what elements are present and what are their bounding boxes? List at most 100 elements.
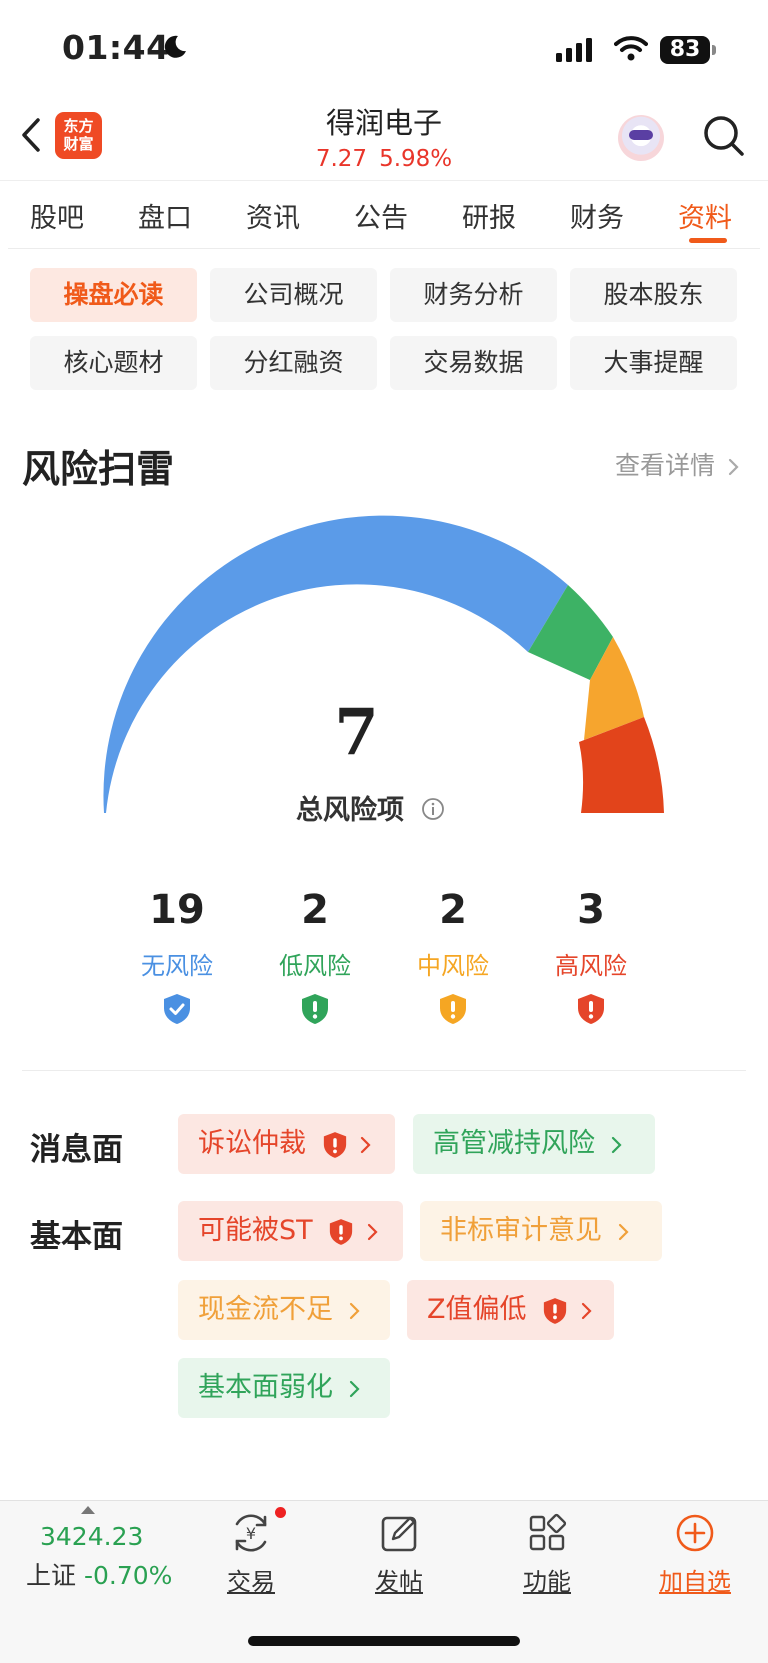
total-risk-count: 7 <box>334 695 379 770</box>
tab-guba[interactable]: 股吧 <box>30 196 84 235</box>
subnav-trade-data[interactable]: 交易数据 <box>390 336 557 390</box>
chevron-right-icon <box>581 1302 592 1319</box>
home-indicator[interactable] <box>248 1636 520 1646</box>
stat-no-risk[interactable]: 19 无风险 <box>117 888 237 1029</box>
chevron-right-icon <box>367 1223 378 1240</box>
risk-tag-label: 可能被ST <box>198 1215 313 1246</box>
nav-trade[interactable]: ¥ 交易 <box>196 1512 306 1597</box>
risk-tag-z-score[interactable]: Z值偏低 <box>407 1280 614 1340</box>
caret-up-icon <box>81 1506 95 1514</box>
index-ticker[interactable]: 上证 -0.70% <box>26 1556 172 1592</box>
nav-trade-label: 交易 <box>227 1568 275 1596</box>
risk-section-title: 风险扫雷 <box>22 447 175 491</box>
risk-tag-cashflow[interactable]: 现金流不足 <box>178 1280 390 1340</box>
subnav-events[interactable]: 大事提醒 <box>570 336 737 390</box>
grid-icon <box>529 1513 567 1551</box>
nav-add-watchlist-label: 加自选 <box>659 1568 731 1596</box>
risk-tag-label: 非标审计意见 <box>440 1215 602 1246</box>
search-icon[interactable] <box>702 114 746 158</box>
risk-gauge <box>103 515 664 813</box>
risk-tag-nonstandard-audit[interactable]: 非标审计意见 <box>420 1201 662 1261</box>
stat-high-risk-label: 高风险 <box>555 952 627 980</box>
subnav-dividend[interactable]: 分红融资 <box>210 336 377 390</box>
tab-zixun[interactable]: 资讯 <box>246 196 300 235</box>
view-details-label: 查看详情 <box>615 451 716 480</box>
info-icon[interactable] <box>421 797 445 821</box>
shield-alert-icon <box>531 993 651 1029</box>
tab-caiwu[interactable]: 财务 <box>570 196 624 235</box>
shield-check-icon <box>117 993 237 1029</box>
subnav-finance-analysis[interactable]: 财务分析 <box>390 268 557 322</box>
stat-high-risk-count: 3 <box>577 887 605 933</box>
nav-post[interactable]: 发帖 <box>344 1512 454 1597</box>
risk-tag-label: Z值偏低 <box>427 1294 527 1325</box>
subnav-company[interactable]: 公司概况 <box>210 268 377 322</box>
tab-active-indicator <box>689 238 727 243</box>
nav-functions[interactable]: 功能 <box>492 1512 602 1597</box>
index-change: -0.70% <box>83 1561 173 1590</box>
stat-low-risk-count: 2 <box>301 887 329 933</box>
shield-alert-icon <box>323 1131 346 1158</box>
chevron-right-icon <box>728 458 739 476</box>
tab-bar: 股吧 盘口 资讯 公告 研报 财务 资料 <box>0 184 768 248</box>
risk-tag-executive-reduction[interactable]: 高管减持风险 <box>413 1114 655 1174</box>
chevron-right-icon <box>618 1223 629 1240</box>
nav-add-watchlist[interactable]: 加自选 <box>640 1512 750 1597</box>
chevron-right-icon <box>349 1302 360 1319</box>
status-time: 01:44 <box>62 28 170 67</box>
stat-mid-risk[interactable]: 2 中风险 <box>393 888 513 1029</box>
subnav-core-topics[interactable]: 核心题材 <box>30 336 197 390</box>
total-risk-label: 总风险项 <box>296 795 404 826</box>
nav-functions-label: 功能 <box>523 1568 571 1596</box>
chevron-right-icon <box>611 1136 622 1153</box>
news-row-label: 消息面 <box>30 1132 123 1168</box>
notification-dot <box>275 1507 286 1518</box>
svg-text:¥: ¥ <box>246 1524 256 1543</box>
add-circle-icon <box>676 1514 714 1552</box>
section-divider <box>22 1070 746 1071</box>
chevron-right-icon <box>361 1136 371 1153</box>
tab-gonggao[interactable]: 公告 <box>354 196 408 235</box>
subnav-shareholders[interactable]: 股本股东 <box>570 268 737 322</box>
nav-post-label: 发帖 <box>375 1568 423 1596</box>
chevron-right-icon <box>349 1380 360 1397</box>
index-value[interactable]: 3424.23 <box>40 1522 143 1551</box>
tab-pankou[interactable]: 盘口 <box>138 196 192 235</box>
header-divider <box>0 180 768 181</box>
risk-tag-litigation[interactable]: 诉讼仲裁 <box>178 1114 395 1174</box>
stat-low-risk[interactable]: 2 低风险 <box>255 888 375 1029</box>
stat-mid-risk-count: 2 <box>439 887 467 933</box>
stat-no-risk-count: 19 <box>149 887 205 933</box>
fundamental-row-label: 基本面 <box>30 1219 123 1255</box>
tabs-divider <box>8 248 760 249</box>
tab-yanbao[interactable]: 研报 <box>462 196 516 235</box>
tab-ziliao[interactable]: 资料 <box>678 196 732 235</box>
view-details-link[interactable]: 查看详情 <box>615 446 741 482</box>
risk-tag-label: 高管减持风险 <box>433 1128 595 1159</box>
stat-low-risk-label: 低风险 <box>279 952 351 980</box>
shield-alert-icon <box>543 1297 567 1324</box>
assistant-avatar-eyes <box>629 130 653 140</box>
shield-alert-icon <box>330 1218 353 1245</box>
stock-change: 5.98% <box>379 146 453 172</box>
stat-high-risk[interactable]: 3 高风险 <box>531 888 651 1029</box>
moon-icon <box>164 35 186 58</box>
signal-icon <box>556 38 592 62</box>
battery-tip <box>712 45 716 55</box>
wifi-icon <box>614 36 648 61</box>
risk-tag-label: 现金流不足 <box>198 1294 333 1325</box>
edit-icon <box>381 1516 417 1552</box>
risk-tag-label: 基本面弱化 <box>198 1372 333 1403</box>
battery-indicator: 83 <box>660 36 710 64</box>
stat-mid-risk-label: 中风险 <box>417 952 489 980</box>
shield-alert-icon <box>393 993 513 1029</box>
risk-tag-label: 诉讼仲裁 <box>198 1128 306 1159</box>
yuan-exchange-icon: ¥ <box>235 1514 267 1552</box>
risk-tag-weakened-fundamentals[interactable]: 基本面弱化 <box>178 1358 390 1418</box>
shield-alert-icon <box>255 993 375 1029</box>
subnav-caopan[interactable]: 操盘必读 <box>30 268 197 322</box>
index-name: 上证 <box>26 1561 77 1590</box>
stock-price: 7.27 <box>315 146 368 172</box>
stat-no-risk-label: 无风险 <box>141 952 213 980</box>
risk-tag-possible-st[interactable]: 可能被ST <box>178 1201 403 1261</box>
